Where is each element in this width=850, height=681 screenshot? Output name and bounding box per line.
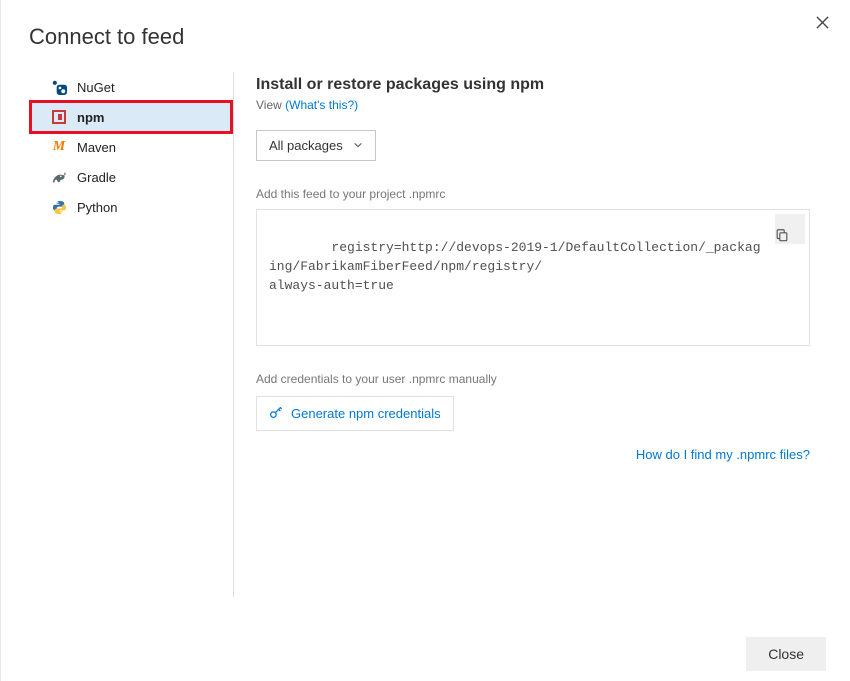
dropdown-label: All packages [269,138,343,153]
sidebar-item-label: NuGet [77,80,115,95]
dialog-title: Connect to feed [1,0,850,50]
generate-credentials-button[interactable]: Generate npm credentials [256,396,454,431]
generate-credentials-label: Generate npm credentials [291,406,441,421]
chevron-down-icon [353,138,363,153]
divider [233,72,234,597]
sidebar-item-label: Python [77,200,117,215]
gradle-icon [51,169,67,185]
section-label-credentials: Add credentials to your user .npmrc manu… [256,372,810,386]
help-link[interactable]: How do I find my .npmrc files? [256,447,810,462]
copy-icon [775,190,805,267]
close-button[interactable]: Close [746,637,826,671]
copy-button[interactable] [775,214,805,244]
sidebar-item-npm[interactable]: npm [31,102,231,132]
nuget-icon [51,79,67,95]
sidebar-item-label: Maven [77,140,116,155]
sidebar-item-gradle[interactable]: Gradle [31,162,231,192]
view-dropdown[interactable]: All packages [256,130,376,161]
sidebar-item-maven[interactable]: M Maven [31,132,231,162]
npmrc-code-text: registry=http://devops-2019-1/DefaultCol… [269,240,761,293]
section-label-project-npmrc: Add this feed to your project .npmrc [256,187,810,201]
sidebar-item-label: npm [77,110,104,125]
sidebar-item-nuget[interactable]: NuGet [31,72,231,102]
python-icon [51,199,67,215]
npm-icon [51,109,67,125]
maven-icon: M [51,139,67,155]
sidebar-item-python[interactable]: Python [31,192,231,222]
close-icon[interactable] [808,8,836,36]
main-heading: Install or restore packages using npm [256,76,810,94]
key-icon [269,405,283,422]
sidebar: NuGet npm M Maven Gradle Python [3,72,231,613]
view-label: View [256,98,282,112]
npmrc-code-block: registry=http://devops-2019-1/DefaultCol… [256,209,810,346]
whats-this-link[interactable]: (What's this?) [285,98,358,112]
sidebar-item-label: Gradle [77,170,116,185]
